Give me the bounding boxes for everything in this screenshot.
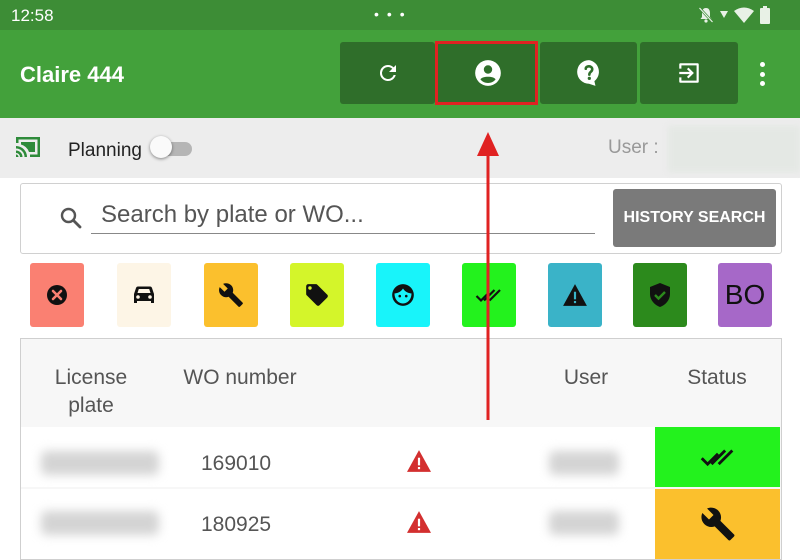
app-bar: Claire 444 bbox=[0, 30, 800, 118]
status-bar: 12:58 ••• bbox=[0, 0, 800, 30]
double-check-icon bbox=[700, 449, 733, 467]
shield-check-icon bbox=[650, 283, 670, 307]
battery-icon bbox=[760, 6, 770, 24]
search-card: HISTORY SEARCH bbox=[20, 183, 782, 254]
header-user[interactable]: User bbox=[549, 364, 623, 392]
highlight-box bbox=[435, 41, 538, 105]
app-title: Claire 444 bbox=[20, 62, 124, 87]
wo-number: 180925 bbox=[201, 513, 272, 536]
status-repair bbox=[655, 489, 780, 559]
wo-number: 169010 bbox=[201, 452, 272, 475]
status-dots: ••• bbox=[374, 6, 413, 22]
more-vert-icon[interactable] bbox=[752, 62, 772, 86]
history-search-button[interactable]: HISTORY SEARCH bbox=[613, 189, 776, 247]
car-icon bbox=[134, 286, 154, 303]
filter-warning[interactable] bbox=[548, 263, 602, 327]
user-label: User : bbox=[608, 137, 659, 158]
cancel-icon bbox=[47, 285, 67, 305]
status-time: 12:58 bbox=[11, 6, 54, 25]
warning-icon bbox=[563, 284, 587, 306]
filter-verified[interactable] bbox=[633, 263, 687, 327]
wrench-icon bbox=[700, 507, 734, 541]
plate-redacted bbox=[41, 451, 159, 475]
wifi-icon bbox=[734, 7, 754, 23]
help-icon bbox=[576, 60, 599, 86]
header-wo-number[interactable]: WO number bbox=[171, 364, 309, 392]
filter-tag[interactable] bbox=[290, 263, 344, 327]
user-value-redacted bbox=[668, 126, 800, 172]
annotation-arrow bbox=[477, 132, 499, 420]
warning-icon bbox=[407, 450, 431, 472]
header-license-plate[interactable]: License plate bbox=[33, 364, 149, 420]
filter-vehicle[interactable] bbox=[117, 263, 171, 327]
search-input[interactable] bbox=[91, 196, 595, 234]
face-icon bbox=[392, 284, 414, 306]
planning-label: Planning bbox=[68, 140, 142, 161]
warning-icon bbox=[407, 511, 431, 533]
bell-off-icon bbox=[698, 7, 714, 23]
filter-bo-label: BO bbox=[724, 279, 766, 310]
user-redacted bbox=[549, 511, 619, 535]
help-button[interactable] bbox=[540, 42, 637, 104]
filter-repair[interactable] bbox=[204, 263, 258, 327]
filter-customer[interactable] bbox=[376, 263, 430, 327]
filter-cancelled[interactable] bbox=[30, 263, 84, 327]
refresh-button[interactable] bbox=[340, 42, 435, 104]
search-icon bbox=[60, 207, 82, 229]
plate-redacted bbox=[41, 511, 159, 535]
system-icons bbox=[698, 6, 770, 24]
logout-icon bbox=[679, 63, 699, 83]
status-done bbox=[655, 427, 780, 487]
cast-icon[interactable] bbox=[14, 135, 42, 159]
wifi-icon bbox=[720, 11, 728, 18]
planning-row: Planning User : bbox=[0, 118, 800, 178]
wrench-icon bbox=[219, 283, 243, 307]
toggle-knob bbox=[150, 136, 172, 158]
planning-toggle[interactable] bbox=[150, 136, 192, 158]
user-redacted bbox=[549, 451, 619, 475]
refresh-icon bbox=[379, 64, 396, 81]
tag-icon bbox=[306, 284, 328, 306]
logout-button[interactable] bbox=[640, 42, 738, 104]
header-status[interactable]: Status bbox=[669, 364, 765, 392]
filter-bo[interactable]: BO bbox=[718, 263, 772, 327]
work-order-table: License plate WO number User Status 1690… bbox=[20, 338, 782, 560]
